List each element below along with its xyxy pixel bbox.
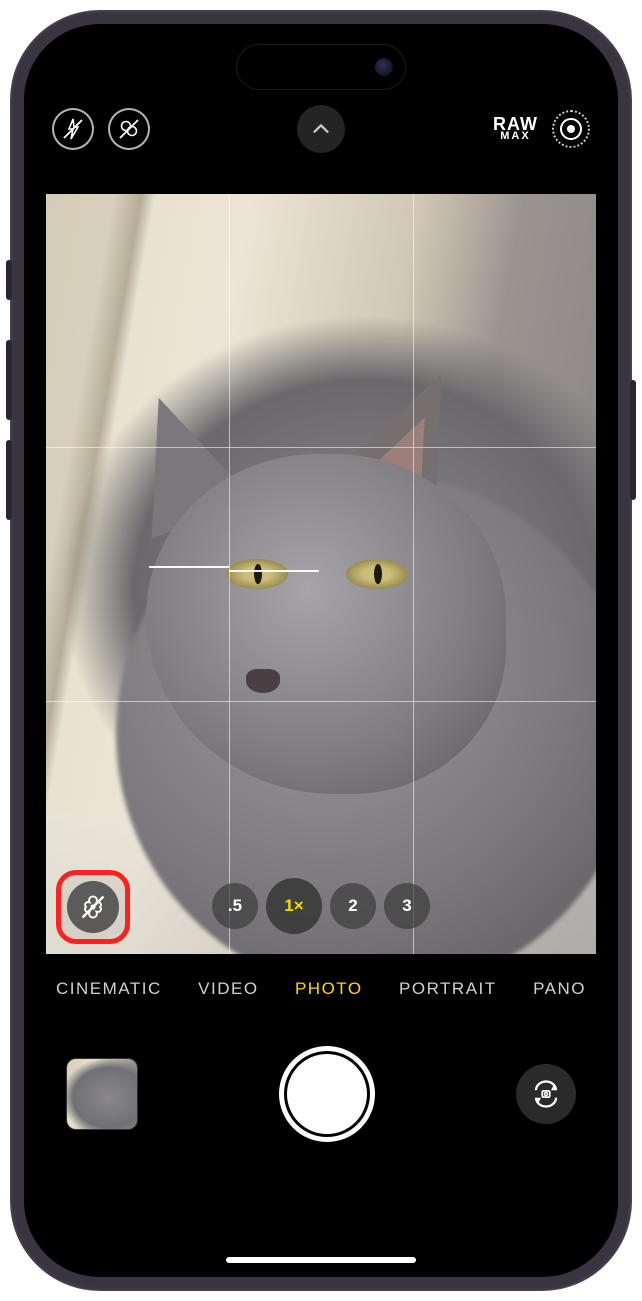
volume-down-button[interactable]	[6, 440, 12, 520]
volume-up-button[interactable]	[6, 340, 12, 420]
zoom-level-0-5x[interactable]: .5	[212, 883, 258, 929]
annotation-highlight-box	[56, 870, 130, 944]
last-photo-thumbnail[interactable]	[66, 1058, 138, 1130]
zoom-level-1x[interactable]: 1×	[266, 878, 322, 934]
live-photo-button[interactable]	[552, 110, 590, 148]
mode-pano[interactable]: PANO	[533, 979, 586, 999]
mode-portrait[interactable]: PORTRAIT	[399, 979, 497, 999]
side-button[interactable]	[630, 380, 636, 500]
macro-flower-off-icon	[79, 893, 107, 921]
dynamic-island[interactable]	[236, 44, 406, 90]
iphone-frame: RAW MAX	[10, 10, 632, 1291]
camera-flip-icon	[531, 1079, 561, 1109]
raw-toggle-button[interactable]: RAW MAX	[493, 117, 538, 142]
camera-flip-button[interactable]	[516, 1064, 576, 1124]
home-indicator[interactable]	[226, 1257, 416, 1263]
shutter-button[interactable]	[279, 1046, 375, 1142]
night-mode-off-button[interactable]	[108, 108, 150, 150]
camera-viewfinder[interactable]: .5 1× 2 3	[46, 194, 596, 954]
chevron-up-icon	[310, 118, 332, 140]
zoom-level-3x[interactable]: 3	[384, 883, 430, 929]
mode-cinematic[interactable]: CINEMATIC	[56, 979, 162, 999]
macro-mode-button[interactable]	[67, 881, 119, 933]
camera-mode-selector[interactable]: CINEMATIC VIDEO PHOTO PORTRAIT PANO	[24, 979, 618, 999]
flash-off-icon	[61, 117, 85, 141]
camera-bottom-toolbar	[24, 1034, 618, 1154]
live-photo-icon	[560, 118, 582, 140]
shared-library-off-icon	[117, 117, 141, 141]
flash-off-button[interactable]	[52, 108, 94, 150]
silence-switch[interactable]	[6, 260, 12, 300]
shutter-icon	[287, 1054, 367, 1134]
camera-top-toolbar: RAW MAX	[24, 102, 618, 156]
mode-photo[interactable]: PHOTO	[295, 979, 363, 999]
screen: RAW MAX	[24, 24, 618, 1277]
mode-video[interactable]: VIDEO	[198, 979, 258, 999]
viewfinder-preview	[46, 194, 596, 954]
front-camera-icon	[375, 58, 393, 76]
camera-settings-expand-button[interactable]	[297, 105, 345, 153]
zoom-level-2x[interactable]: 2	[330, 883, 376, 929]
